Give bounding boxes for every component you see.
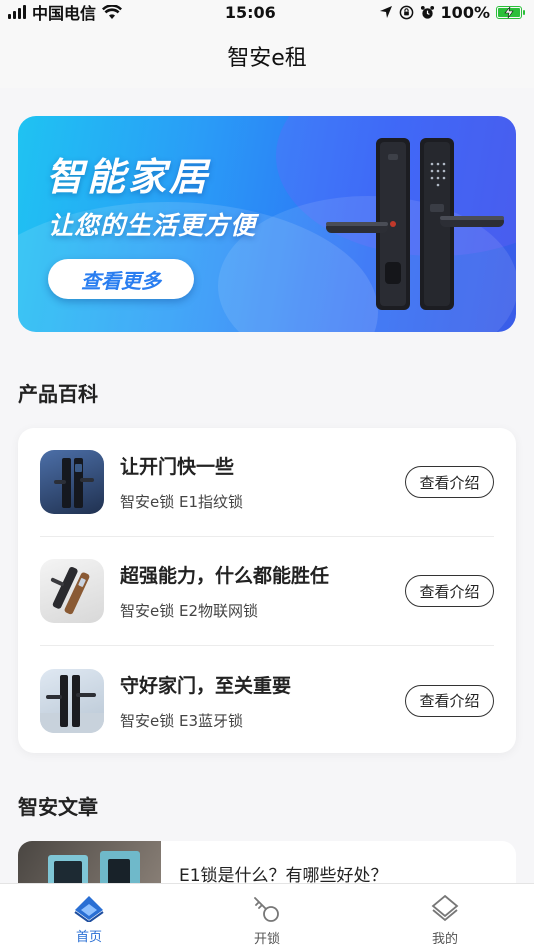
product-text: 守好家门，至关重要 智安e锁 E3蓝牙锁 [120, 671, 405, 731]
product-thumbnail [40, 450, 104, 514]
smart-lock-image [326, 138, 504, 310]
tab-label: 首页 [75, 930, 102, 945]
signal-icon [8, 5, 26, 19]
product-thumbnail [40, 668, 104, 733]
product-title: 超强能力，什么都能胜任 [120, 565, 330, 587]
rotation-lock-icon [399, 5, 413, 19]
tab-bar: 首页 开锁 我的 [0, 883, 534, 950]
product-subtitle: 智安e锁 E1指纹锁 [120, 493, 244, 511]
promo-banner[interactable]: 智能家居 让您的生活更方便 查看更多 [18, 116, 516, 332]
nav-bar: 智安e租 [0, 24, 534, 88]
status-left: 中国电信 [8, 0, 123, 24]
status-bar: 中国电信 15:06 100% [0, 0, 534, 24]
product-item-e3[interactable]: 守好家门，至关重要 智安e锁 E3蓝牙锁 查看介绍 [40, 646, 494, 755]
status-right: 100% [379, 2, 525, 22]
banner-title: 智能家居 [46, 155, 211, 199]
tab-unlock[interactable]: 开锁 [178, 884, 356, 950]
product-title: 让开门快一些 [120, 456, 235, 478]
product-title: 守好家门，至关重要 [120, 674, 292, 697]
battery-icon [495, 5, 525, 19]
product-item-e1[interactable]: 让开门快一些 智安e锁 E1指纹锁 查看介绍 [40, 428, 494, 537]
product-item-e2[interactable]: 超强能力，什么都能胜任 智安e锁 E2物联网锁 查看介绍 [40, 537, 494, 646]
tab-label: 开锁 [253, 932, 280, 947]
view-intro-button[interactable]: 查看介绍 [405, 684, 494, 717]
articles-section-title: 智安文章 [18, 795, 98, 819]
tab-profile[interactable]: 我的 [356, 884, 534, 950]
view-intro-button[interactable]: 查看介绍 [405, 575, 494, 607]
carrier-label: 中国电信 [32, 4, 97, 23]
battery-percent: 100% [440, 2, 490, 22]
alarm-icon [420, 5, 434, 19]
banner-subtitle: 让您的生活更方便 [48, 211, 257, 240]
product-text: 超强能力，什么都能胜任 智安e锁 E2物联网锁 [120, 561, 405, 621]
tab-label: 我的 [431, 932, 458, 947]
key-icon [254, 897, 279, 922]
view-intro-button[interactable]: 查看介绍 [405, 466, 494, 498]
tab-home[interactable]: 首页 [0, 884, 178, 950]
product-subtitle: 智安e锁 E2物联网锁 [120, 602, 259, 620]
products-section-title: 产品百科 [18, 382, 98, 406]
see-more-button[interactable]: 查看更多 [48, 259, 194, 299]
product-text: 让开门快一些 智安e锁 E1指纹锁 [120, 452, 405, 512]
profile-icon [431, 894, 459, 922]
product-thumbnail [40, 559, 104, 623]
home-icon [74, 896, 104, 922]
page-title: 智安e租 [227, 46, 307, 71]
product-subtitle: 智安e锁 E3蓝牙锁 [120, 711, 244, 730]
location-arrow-icon [379, 6, 392, 18]
wifi-icon [102, 4, 123, 19]
product-list: 让开门快一些 智安e锁 E1指纹锁 查看介绍 超强能力，什么都能胜任 智安e锁 … [18, 428, 516, 753]
clock: 15:06 [224, 2, 276, 22]
